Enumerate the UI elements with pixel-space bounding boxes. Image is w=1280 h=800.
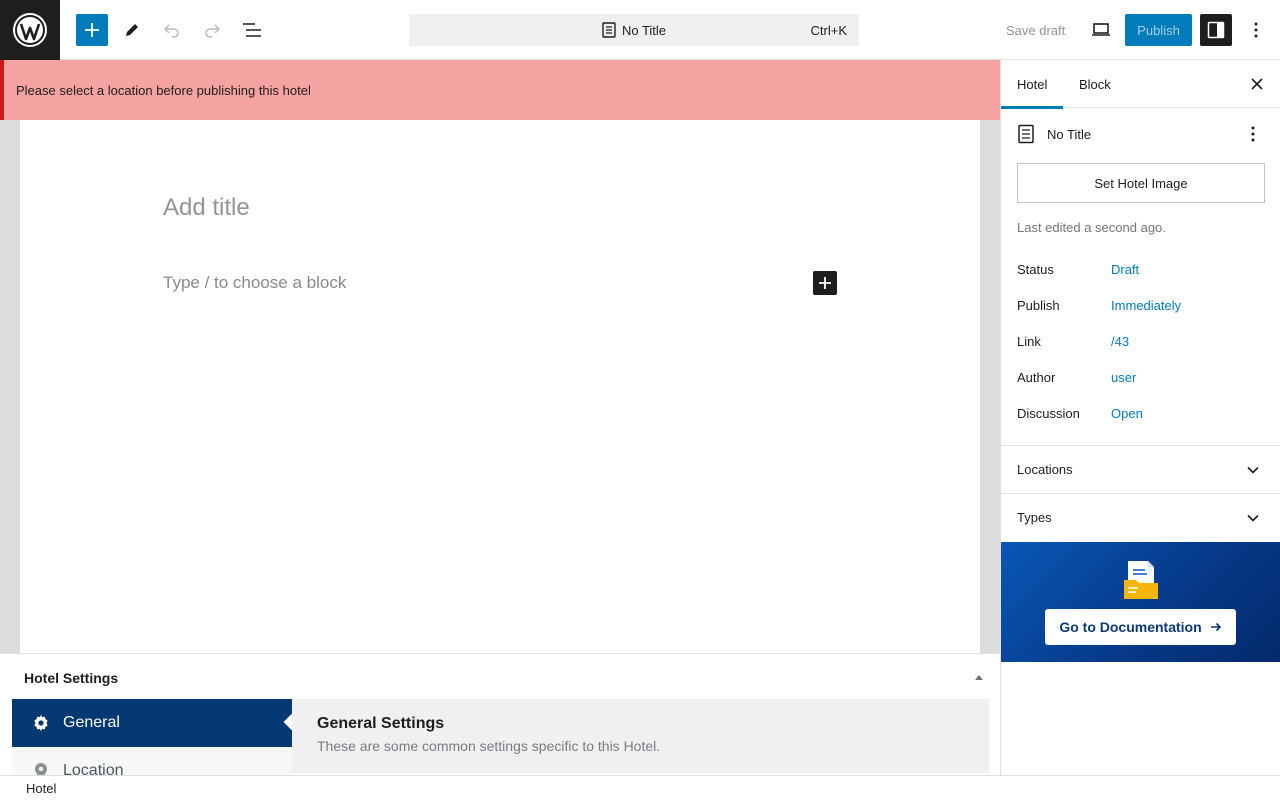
pencil-icon [126,24,138,36]
meta-label: Discussion [1017,405,1080,421]
preview-button[interactable] [1085,14,1117,46]
publish-date-link[interactable]: Immediately [1111,298,1181,313]
meta-row-discussion: Discussion Open [1017,403,1265,423]
meta-label: Status [1017,261,1054,277]
redo-button[interactable] [196,14,228,46]
default-block-appender[interactable]: Type / to choose a block [163,273,346,293]
document-card-title: No Title [1047,126,1092,142]
meta-label: Link [1017,333,1041,349]
meta-label: Author [1017,369,1056,385]
last-edited-text: Last edited a second ago. [1017,220,1166,235]
status-link[interactable]: Draft [1111,262,1139,277]
locations-panel[interactable]: Locations [1001,445,1280,493]
error-notice: Please select a location before publishi… [0,60,1000,120]
list-view-icon [243,23,261,37]
general-settings-description: These are some common settings specific … [317,738,661,754]
nav-label-general: General [63,714,120,731]
plus-icon [819,277,831,289]
tab-hotel[interactable]: Hotel [1001,60,1063,109]
tools-button[interactable] [116,14,148,46]
arrow-right-icon [1210,622,1221,632]
close-sidebar-button[interactable] [1249,76,1265,92]
keyboard-shortcut: Ctrl+K [810,23,847,38]
tab-block[interactable]: Block [1079,60,1111,108]
command-palette-bar[interactable]: No Title Ctrl+K [409,14,859,46]
panel-title-locations: Locations [1017,462,1073,477]
more-vertical-icon [1254,22,1258,38]
documentation-icon [1124,561,1158,599]
discussion-link[interactable]: Open [1111,406,1143,421]
plus-icon [85,23,99,37]
author-link[interactable]: user [1111,370,1136,385]
panel-title-types: Types [1017,510,1052,525]
close-icon [1251,78,1263,90]
wordpress-logo[interactable] [0,0,60,60]
inline-block-inserter-button[interactable] [813,271,837,295]
general-settings-panel: General Settings These are some common s… [292,699,989,773]
editor-header: No Title Ctrl+K Save draft Publish [0,0,1280,60]
nav-label-location: Location [63,762,124,775]
document-title: No Title [621,22,667,38]
editor-canvas-wrapper: Add title Type / to choose a block [0,120,1000,654]
block-inserter-toggle[interactable] [76,14,108,46]
settings-sidebar: Hotel Block No Title Set Hotel Image Las… [1000,60,1280,775]
gear-icon [34,715,48,731]
permalink-link[interactable]: /43 [1111,334,1129,349]
undo-button[interactable] [156,14,188,46]
hotel-settings-nav-general[interactable]: General [12,699,292,747]
hotel-settings-nav: General Location [12,699,292,775]
types-panel[interactable]: Types [1001,493,1280,541]
caret-up-icon [975,675,983,680]
document-card: No Title [1017,124,1265,144]
meta-row-status: Status Draft [1017,259,1265,279]
wordpress-icon [13,13,47,47]
meta-row-publish: Publish Immediately [1017,295,1265,315]
undo-icon [163,24,179,38]
editor-canvas[interactable]: Add title Type / to choose a block [20,120,980,654]
document-actions-button[interactable] [1245,126,1261,142]
set-hotel-image-button[interactable]: Set Hotel Image [1017,163,1265,203]
save-draft-button[interactable]: Save draft [997,14,1074,46]
desktop-icon [1092,23,1110,36]
publish-button[interactable]: Publish [1125,14,1192,46]
settings-toggle[interactable] [1200,14,1232,46]
meta-label: Publish [1017,297,1060,313]
post-title-input[interactable]: Add title [163,194,250,222]
go-to-documentation-button[interactable]: Go to Documentation [1045,609,1236,645]
block-breadcrumb[interactable]: Hotel [26,781,56,796]
meta-row-author: Author user [1017,367,1265,387]
options-menu-button[interactable] [1240,14,1272,46]
sidebar-tabs: Hotel Block [1001,60,1280,109]
editor-footer: Hotel [0,775,1280,800]
more-vertical-icon [1251,126,1255,142]
notice-text: Please select a location before publishi… [16,82,311,98]
document-icon [602,22,616,38]
chevron-down-icon [1247,514,1259,522]
metabox-collapse-toggle[interactable] [973,671,985,683]
hotel-settings-nav-location[interactable]: Location [12,747,292,775]
location-pin-icon [35,763,47,775]
meta-row-link: Link /43 [1017,331,1265,351]
documentation-promo: Go to Documentation [1001,542,1280,662]
go-to-documentation-label: Go to Documentation [1059,619,1202,635]
redo-icon [205,24,221,38]
document-overview-button[interactable] [236,14,268,46]
chevron-down-icon [1247,466,1259,474]
document-icon [1018,124,1034,144]
general-settings-title: General Settings [317,715,445,732]
hotel-settings-metabox: Hotel Settings General Location General … [0,653,1000,775]
sidebar-icon [1207,21,1225,39]
metabox-title[interactable]: Hotel Settings [24,670,118,686]
